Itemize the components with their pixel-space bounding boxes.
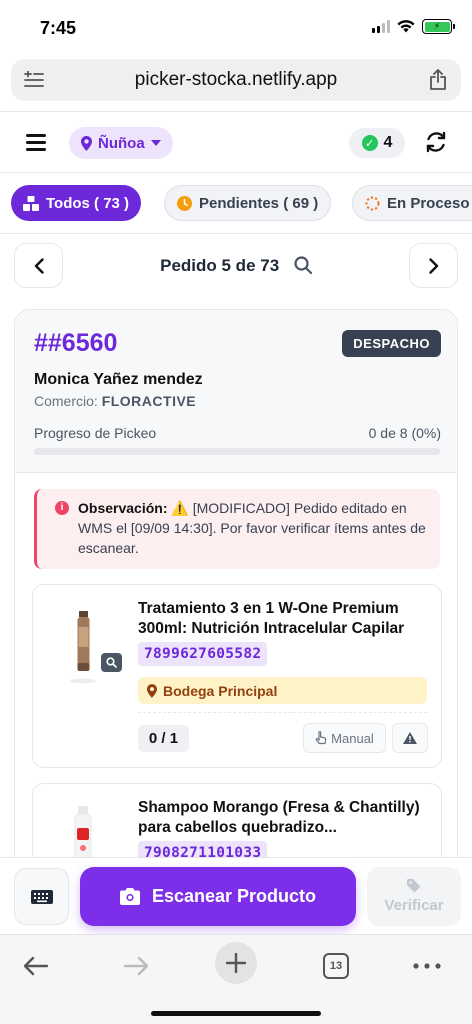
tab-pending[interactable]: Pendientes ( 69 ) (164, 185, 332, 221)
product-name: Tratamiento 3 en 1 W-One Premium 300ml: … (138, 600, 405, 637)
spinner-icon (365, 196, 380, 210)
completed-count: 4 (383, 134, 393, 151)
tab-in-process-label: En Proceso (387, 194, 470, 212)
page-settings-icon[interactable] (11, 71, 57, 89)
location-badge: Bodega Principal (138, 677, 427, 704)
arrow-right-icon (123, 956, 149, 976)
product-name: Shampoo Morango (Fresa & Chantilly) para… (138, 799, 420, 836)
next-order-button[interactable] (409, 243, 458, 288)
divider (0, 172, 472, 173)
manual-entry-button[interactable]: Manual (303, 723, 386, 753)
status-icons: ⚡ (372, 19, 455, 34)
divider (0, 233, 472, 234)
status-bar: 7:45 ⚡ (0, 0, 472, 56)
check-circle-icon: ✓ (361, 135, 378, 151)
back-button[interactable] (18, 949, 54, 983)
more-horizontal-icon (413, 963, 441, 969)
progress-label: Progreso de Pickeo (34, 425, 157, 441)
wifi-icon (397, 20, 415, 33)
url-text[interactable]: picker-stocka.netlify.app (57, 69, 415, 91)
tab-all[interactable]: Todos ( 73 ) (11, 185, 142, 221)
tabs-button[interactable]: 13 (322, 949, 350, 983)
share-icon[interactable] (415, 69, 461, 91)
tab-in-process[interactable]: En Proceso (352, 185, 472, 221)
alert-triangle-icon (403, 732, 417, 744)
zoom-icon[interactable] (101, 653, 122, 672)
progress-value: 0 de 8 (0%) (368, 425, 441, 441)
delivery-type-badge: DESPACHO (342, 330, 441, 357)
order-position: Pedido 5 de 73 (0, 256, 472, 276)
commerce-name: FLORACTIVE (101, 393, 197, 409)
search-icon[interactable] (294, 256, 312, 274)
status-time: 7:45 (40, 18, 77, 38)
chevron-down-icon (150, 140, 161, 146)
tab-count: 13 (323, 953, 349, 979)
product-sku: 7899627605582 (138, 642, 268, 666)
verify-button[interactable]: Verificar (367, 867, 461, 926)
menu-icon[interactable] (26, 134, 46, 155)
battery-icon: ⚡ (422, 19, 455, 34)
order-position-label: Pedido 5 de 73 (160, 256, 280, 275)
camera-icon (119, 888, 140, 905)
address-bar[interactable]: picker-stocka.netlify.app (11, 59, 461, 101)
customer-name: Monica Yañez mendez (34, 371, 203, 388)
plus-icon (226, 953, 246, 973)
forward-button[interactable] (118, 949, 154, 983)
manual-label: Manual (331, 730, 374, 746)
map-pin-icon (147, 683, 157, 698)
clock-icon (177, 195, 192, 211)
boxes-icon (23, 195, 39, 211)
map-pin-icon (81, 135, 92, 151)
observation-label: Observación: (78, 500, 168, 516)
home-indicator (151, 1011, 321, 1016)
order-card: ##6560 DESPACHO Monica Yañez mendez Come… (14, 309, 458, 869)
more-options-button[interactable] (412, 949, 442, 983)
observation-alert: i Observación: ⚠️ [MODIFICADO] Pedido ed… (34, 489, 440, 569)
order-header: ##6560 DESPACHO Monica Yañez mendez Come… (15, 310, 457, 473)
list-item[interactable]: Tratamiento 3 en 1 W-One Premium 300ml: … (32, 584, 442, 768)
commerce-line: Comercio: FLORACTIVE (34, 393, 196, 409)
refresh-icon[interactable] (424, 130, 448, 154)
verify-label: Verificar (384, 897, 444, 914)
signal-icon (372, 20, 390, 33)
keyboard-icon (30, 889, 53, 904)
scan-label: Escanear Producto (151, 886, 317, 906)
order-id: ##6560 (34, 329, 118, 357)
browser-toolbar: 13 (0, 934, 472, 1024)
chevron-right-icon (428, 257, 438, 274)
progress-bar (34, 448, 440, 455)
arrow-left-icon (23, 956, 49, 976)
warning-icon: ⚠️ (171, 500, 189, 516)
action-bar: Escanear Producto Verificar (0, 857, 472, 934)
hand-pointer-icon (315, 731, 327, 745)
scan-product-button[interactable]: Escanear Producto (80, 867, 356, 926)
quantity-counter: 0 / 1 (138, 725, 189, 752)
location-name: Bodega Principal (163, 682, 278, 699)
tab-pending-label: Pendientes ( 69 ) (199, 194, 319, 212)
new-tab-button[interactable] (215, 942, 257, 984)
divider (138, 712, 427, 713)
filter-tabs: Todos ( 73 ) Pendientes ( 69 ) En Proces… (0, 185, 472, 221)
location-label: Ñuñoa (98, 134, 145, 152)
product-image (70, 611, 96, 684)
keyboard-entry-button[interactable] (14, 868, 69, 925)
report-issue-button[interactable] (392, 723, 428, 753)
location-selector[interactable]: Ñuñoa (69, 127, 173, 159)
commerce-label: Comercio: (34, 393, 98, 409)
completed-count-badge[interactable]: ✓ 4 (349, 128, 405, 158)
tab-all-label: Todos ( 73 ) (46, 194, 130, 212)
info-icon: i (55, 501, 69, 515)
app-header: Ñuñoa ✓ 4 (0, 114, 472, 172)
divider (0, 111, 472, 112)
tag-icon (406, 879, 420, 893)
